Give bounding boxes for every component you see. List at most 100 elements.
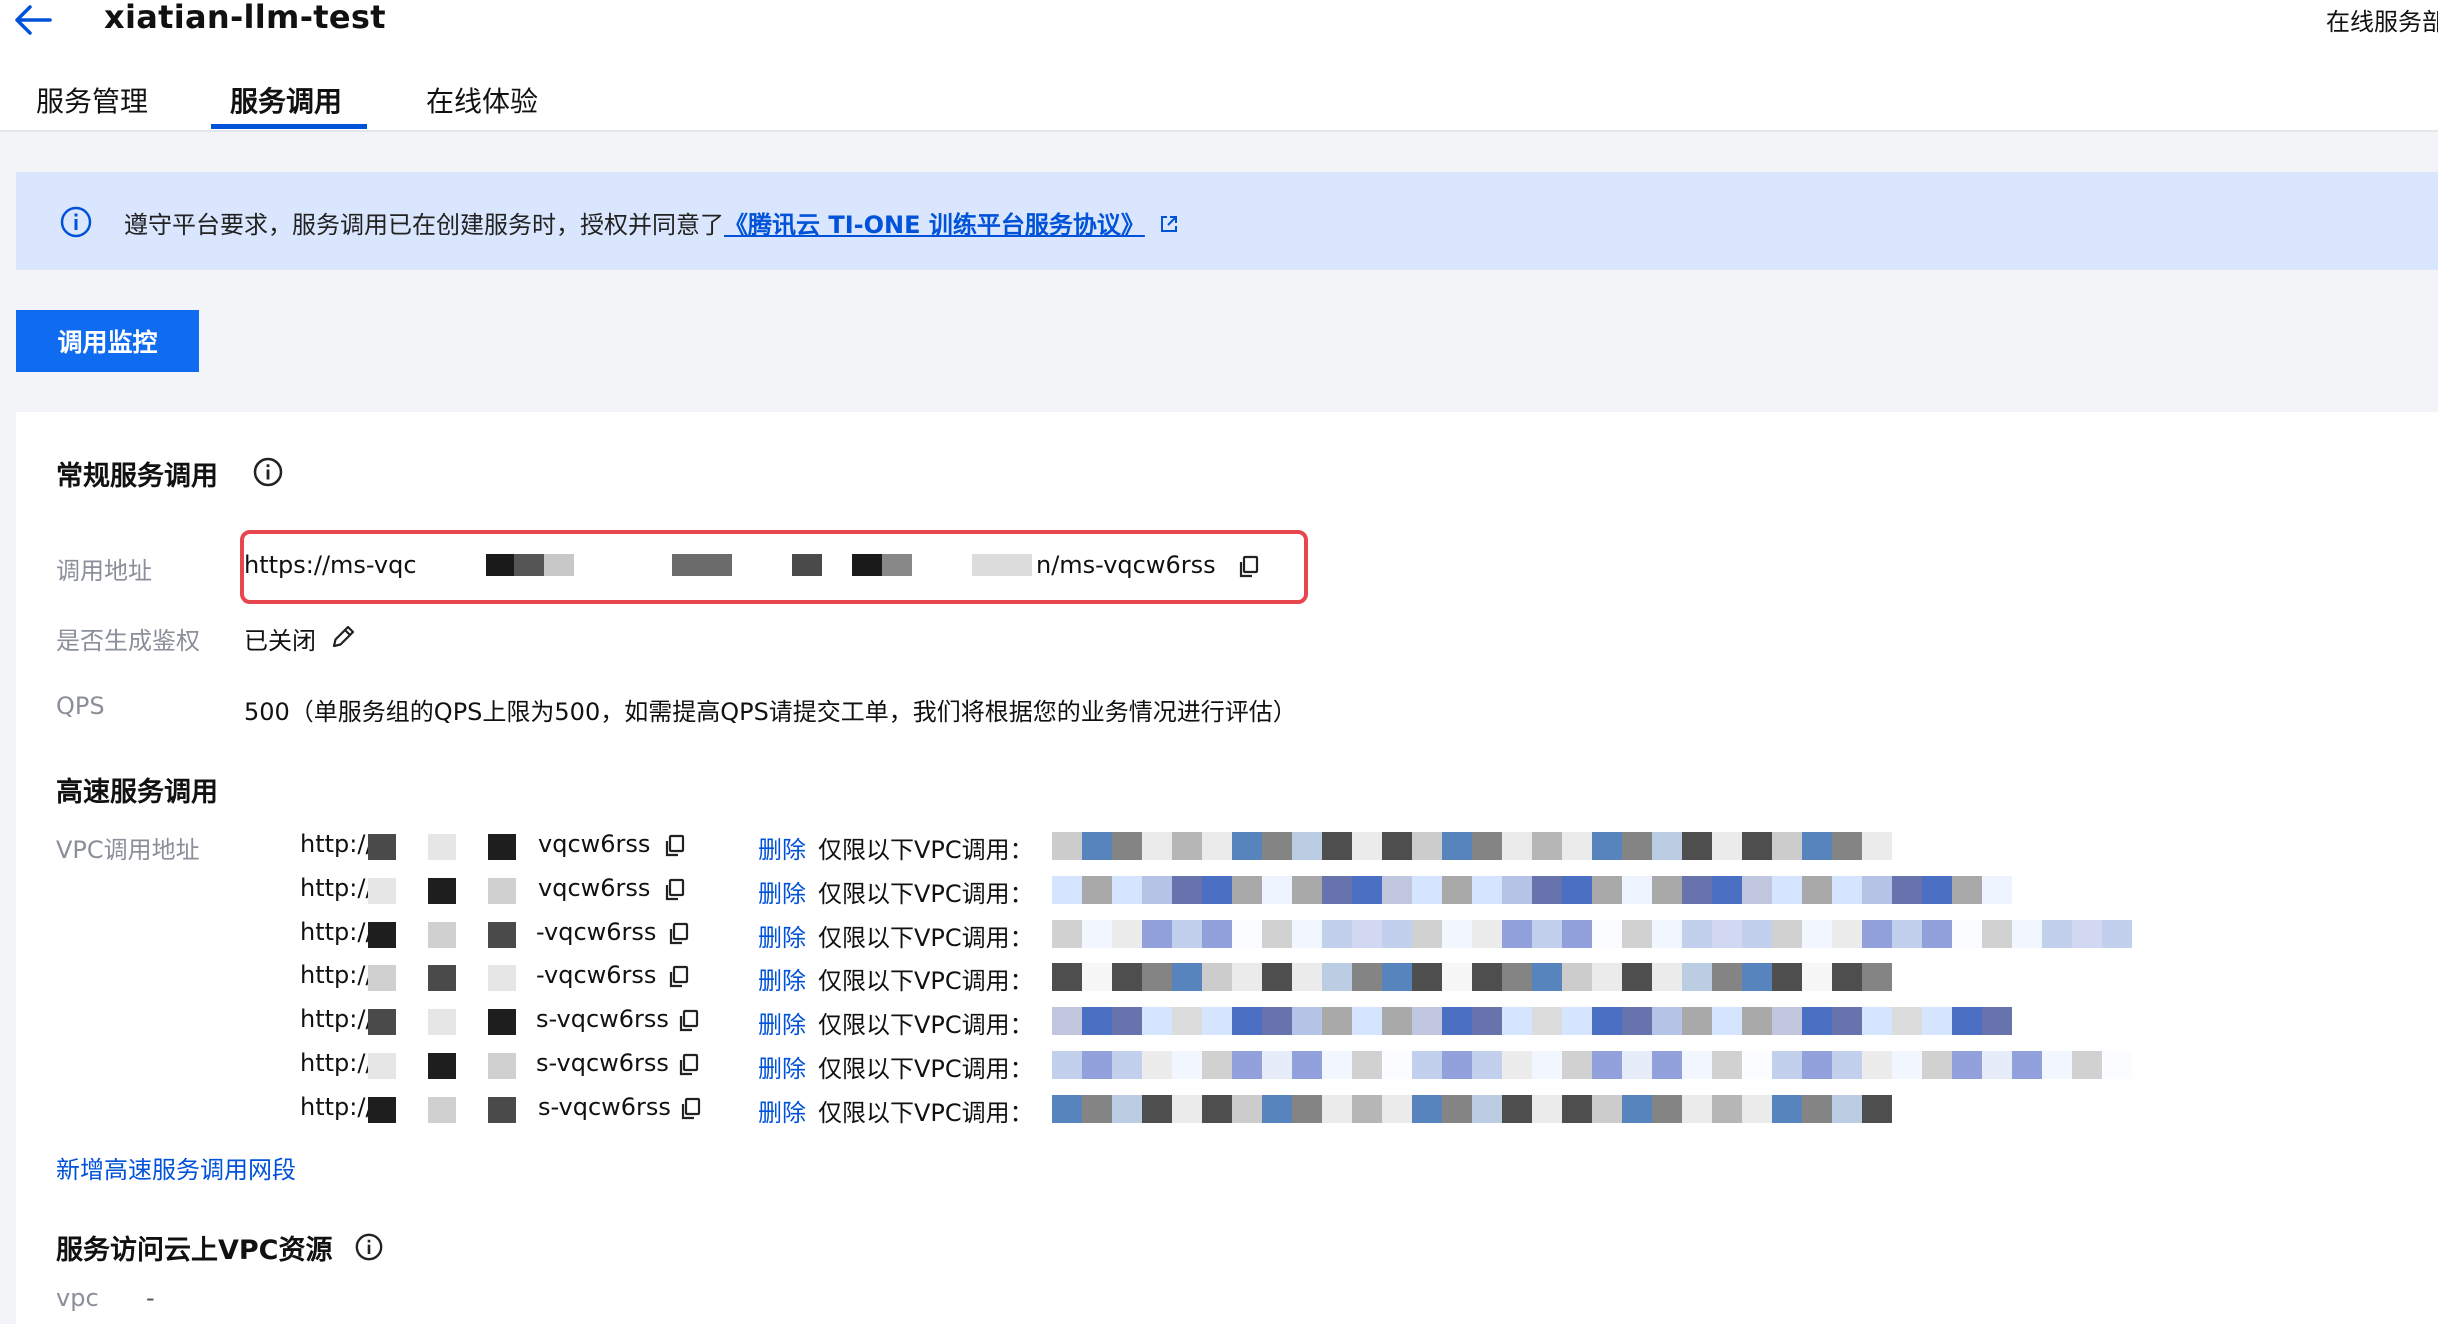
redaction-mask (1322, 920, 1352, 948)
auth-label: 是否生成鉴权 (56, 627, 200, 655)
vpc-address-suffix: s-vqcw6rss (536, 1049, 669, 1077)
active-tab-indicator (211, 124, 367, 129)
redaction-mask (1502, 963, 1532, 991)
redaction-mask (1832, 963, 1862, 991)
redaction-mask (1442, 876, 1472, 904)
add-highspeed-segment-link[interactable]: 新增高速服务调用网段 (56, 1150, 296, 1185)
invocation-monitor-button[interactable]: 调用监控 (16, 310, 199, 372)
redaction-mask (1112, 920, 1142, 948)
copy-icon[interactable] (678, 1009, 700, 1033)
redaction-mask (1652, 876, 1682, 904)
redaction-mask (1142, 920, 1172, 948)
delete-link[interactable]: 删除 (758, 961, 806, 996)
redaction-mask (1532, 963, 1562, 991)
redaction-mask (1202, 1007, 1232, 1035)
delete-link[interactable]: 删除 (758, 874, 806, 909)
copy-icon[interactable] (668, 922, 690, 946)
redaction-mask (1172, 963, 1202, 991)
redaction-mask (1262, 963, 1292, 991)
delete-link[interactable]: 删除 (758, 918, 806, 953)
redaction-mask (1112, 1095, 1142, 1123)
delete-link[interactable]: 删除 (758, 1093, 806, 1128)
redaction-mask (1352, 1051, 1382, 1079)
delete-link[interactable]: 删除 (758, 1049, 806, 1084)
redaction-mask (488, 965, 516, 991)
info-icon[interactable] (252, 456, 284, 488)
tab-service-invocation[interactable]: 服务调用 (230, 80, 342, 120)
redaction-mask (1052, 963, 1082, 991)
copy-icon[interactable] (668, 965, 690, 989)
redaction-mask (1532, 1051, 1562, 1079)
redaction-mask (1052, 1051, 1082, 1079)
redaction-mask (1202, 832, 1232, 860)
redaction-mask (514, 554, 544, 576)
redaction-mask (1622, 1095, 1652, 1123)
redaction-mask (1592, 1095, 1622, 1123)
redaction-mask (1502, 1007, 1532, 1035)
redaction-mask (1742, 1007, 1772, 1035)
delete-link[interactable]: 删除 (758, 830, 806, 865)
vpc-restrict-label: 仅限以下VPC调用： (818, 924, 1034, 952)
agreement-link[interactable]: 《腾讯云 TI-ONE 训练平台服务协议》 (724, 211, 1145, 239)
vpc-address-prefix: http:// (300, 1005, 374, 1033)
edit-pencil-icon[interactable] (330, 622, 358, 650)
redaction-mask (1772, 963, 1802, 991)
redaction-mask (1982, 876, 2012, 904)
tab-service-management[interactable]: 服务管理 (36, 80, 148, 120)
redaction-mask (1802, 876, 1832, 904)
vpc-restrict-label: 仅限以下VPC调用： (818, 1011, 1034, 1039)
redaction-mask (1562, 920, 1592, 948)
vpc-address-prefix: http:// (300, 1049, 374, 1077)
redaction-mask (1502, 876, 1532, 904)
vpc-address-suffix: vqcw6rss (538, 874, 651, 902)
info-icon (58, 204, 94, 240)
redaction-mask (1712, 1051, 1742, 1079)
redaction-mask (1832, 876, 1862, 904)
vpc-value: - (146, 1284, 155, 1312)
redaction-mask (1742, 1095, 1772, 1123)
redaction-mask (1382, 876, 1412, 904)
redaction-mask (1892, 920, 1922, 948)
redaction-mask (1142, 1051, 1172, 1079)
redaction-mask (368, 1009, 396, 1035)
redaction-mask (1322, 1007, 1352, 1035)
redaction-mask (1172, 876, 1202, 904)
redaction-mask (1412, 832, 1442, 860)
redaction-mask (1682, 963, 1712, 991)
redaction-mask (486, 554, 514, 576)
vpc-address-prefix: http:// (300, 1093, 374, 1121)
copy-icon[interactable] (664, 878, 686, 902)
copy-icon[interactable] (680, 1097, 702, 1121)
redaction-mask (1322, 832, 1352, 860)
copy-icon[interactable] (664, 834, 686, 858)
info-icon[interactable] (354, 1232, 384, 1262)
redaction-mask (1562, 832, 1592, 860)
notice-message: 遵守平台要求，服务调用已在创建服务时，授权并同意了 (124, 211, 724, 239)
copy-icon[interactable] (1238, 555, 1260, 579)
redaction-mask (1532, 876, 1562, 904)
tab-online-experience[interactable]: 在线体验 (426, 80, 538, 120)
redaction-mask (1832, 1095, 1862, 1123)
redaction-mask (1262, 1095, 1292, 1123)
redaction-mask (1322, 963, 1352, 991)
redaction-mask (1862, 920, 1892, 948)
redaction-mask (1952, 1051, 1982, 1079)
redaction-mask (1562, 1095, 1592, 1123)
redaction-mask (1052, 876, 1082, 904)
redaction-mask (428, 965, 456, 991)
external-link-icon[interactable] (1159, 212, 1179, 240)
redaction-mask (1352, 1007, 1382, 1035)
redaction-mask (1082, 876, 1112, 904)
redaction-mask (1922, 1051, 1952, 1079)
highspeed-invocation-title: 高速服务调用 (56, 777, 218, 808)
auth-value: 已关闭 (244, 627, 316, 655)
copy-icon[interactable] (678, 1053, 700, 1077)
redaction-mask (1742, 963, 1772, 991)
redaction-mask (1562, 1051, 1592, 1079)
redaction-mask (1082, 832, 1112, 860)
delete-link[interactable]: 删除 (758, 1005, 806, 1040)
redaction-mask (1922, 876, 1952, 904)
vpc-address-prefix: http:// (300, 874, 374, 902)
back-arrow-icon[interactable] (12, 2, 54, 38)
redaction-mask (1352, 920, 1382, 948)
